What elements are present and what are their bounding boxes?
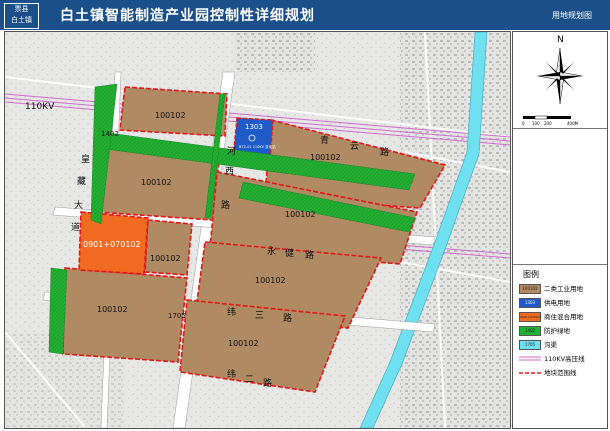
scale-tick-200: 200	[544, 121, 552, 126]
map-canvas: 110KV 青 云 路 河 西 路 皇 藏 大 道 永 健 路 纬 三 路 纬 …	[5, 32, 510, 428]
road-label-er: 二	[245, 375, 254, 385]
substation-code: 1303	[245, 123, 263, 131]
parcel-code-5: 100102	[150, 254, 181, 263]
road-label-lu2: 路	[221, 199, 230, 211]
village-east	[400, 32, 510, 428]
road-label-qing: 青	[320, 134, 329, 146]
legend-swatch-power: 1303	[519, 298, 541, 308]
road-label-dao: 道	[71, 221, 80, 233]
substation-name: BTZ-01 110KV 变电站	[239, 144, 276, 149]
legend-row-boundary: 地块范围线	[519, 367, 605, 377]
badge-county: 票县	[14, 5, 29, 13]
legend-label-powerline: 110KV高压线	[544, 355, 585, 363]
land-use-map: 110KV 青 云 路 河 西 路 皇 藏 大 道 永 健 路 纬 三 路 纬 …	[4, 31, 511, 429]
road-label-lu4: 路	[283, 312, 292, 324]
legend-row-mixed: 0901+070102 商住混合用地	[519, 311, 605, 322]
canal-code: 1705	[168, 312, 186, 320]
badge-town: 白土镇	[11, 16, 32, 24]
parcel-west-small	[144, 219, 193, 276]
legend-swatch-boundary	[519, 368, 541, 376]
road-label-xi: 西	[225, 166, 234, 177]
page-title: 白土镇智能制造产业园控制性详细规划	[60, 8, 315, 24]
parcel-code-4: 100102	[285, 210, 316, 219]
village-north	[235, 32, 315, 72]
legend-label-industrial: 二类工业用地	[544, 285, 583, 293]
north-letter: N	[557, 35, 564, 45]
parcel-code-2: 100102	[141, 178, 172, 187]
legend-row-powerline: 110KV高压线	[519, 353, 605, 363]
north-arrow-box: N 0 100 200 400M	[513, 32, 607, 129]
legend-swatch-canal: 1705	[519, 340, 541, 350]
region-badge: 票县 白土镇	[4, 3, 39, 29]
legend-title: 图例	[523, 270, 539, 279]
road-label-yun: 云	[350, 142, 359, 152]
legend-swatch-powerline	[519, 354, 541, 362]
road-label-lu5: 路	[263, 377, 272, 389]
compass-rose: N 0 100 200 400M	[522, 35, 583, 126]
road-label-yong: 永	[267, 245, 276, 257]
legend-swatch-industrial: 100102	[519, 284, 541, 294]
road-label-zang: 藏	[77, 175, 86, 187]
parcel-code-mixed: 0901+070102	[83, 240, 141, 249]
legend-label-green: 防护绿地	[544, 327, 570, 335]
legend: 图例 100102 二类工业用地 1303 供电用地 0901+070102 商…	[513, 264, 607, 429]
legend-swatch-mixed: 0901+070102	[519, 312, 542, 322]
road-label-jian: 健	[285, 247, 294, 259]
legend-label-power: 供电用地	[544, 299, 570, 307]
legend-row-power: 1303 供电用地	[519, 297, 605, 308]
scale-tick-100: 100	[532, 121, 540, 126]
road-label-he: 河	[227, 145, 236, 157]
legend-row-canal: 1705 沟渠	[519, 339, 605, 350]
legend-swatch-green: 1402	[519, 326, 541, 336]
parcel-code-3: 100102	[310, 153, 341, 162]
parcel-code-1: 100102	[155, 111, 186, 120]
title-bar: 票县 白土镇 白土镇智能制造产业园控制性详细规划 用地规划图	[0, 0, 610, 30]
road-label-huang: 皇	[81, 153, 90, 165]
road-label-da: 大	[74, 199, 83, 211]
scale-bar: 0 100 200 400M	[522, 115, 579, 126]
parcel-code-7: 100102	[97, 305, 128, 314]
road-label-san: 三	[255, 311, 264, 321]
legend-row-green: 1402 防护绿地	[519, 325, 605, 336]
legend-label-canal: 沟渠	[544, 341, 557, 349]
scale-tick-400: 400M	[567, 121, 579, 126]
legend-row-industrial: 100102 二类工业用地	[519, 283, 605, 294]
scale-tick-0: 0	[522, 121, 525, 126]
side-panel: N 0 100 200 400M 图例 100102 二类工业用地 1303 供…	[512, 31, 608, 429]
legend-label-boundary: 地块范围线	[544, 369, 577, 377]
legend-label-mixed: 商住混合用地	[544, 313, 583, 321]
parcel-code-8: 100102	[228, 339, 259, 348]
road-label-lu3: 路	[305, 249, 314, 261]
powerline-label: 110KV	[25, 102, 55, 112]
page-subtitle: 用地规划图	[552, 11, 592, 20]
parcel-code-6: 100102	[255, 276, 286, 285]
map-sheet: 票县 白土镇 白土镇智能制造产业园控制性详细规划 用地规划图 110KV 青 云…	[0, 0, 610, 431]
road-label-wei3: 纬	[227, 306, 236, 318]
road-label-lu1: 路	[380, 146, 389, 158]
greenbelt-code: 1402	[101, 130, 119, 138]
road-label-wei2: 纬	[227, 368, 236, 380]
